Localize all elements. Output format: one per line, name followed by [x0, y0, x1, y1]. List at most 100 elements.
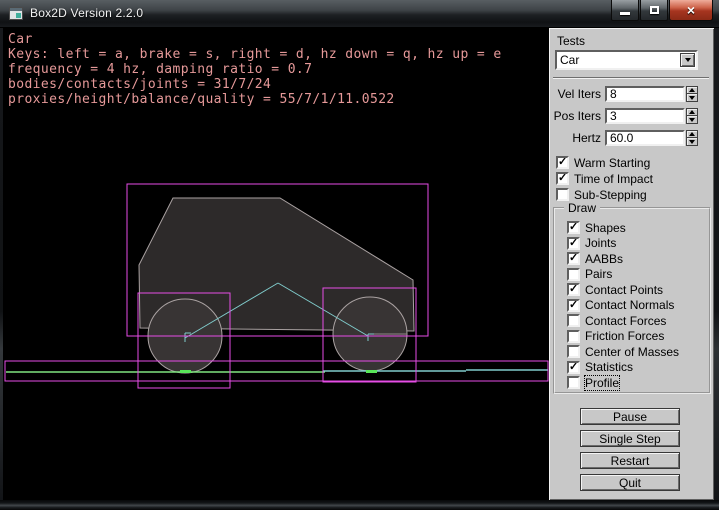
checkbox-statistics[interactable]: ✓Statistics — [567, 361, 709, 374]
checkbox-label: Shapes — [585, 221, 626, 235]
checked-checkbox-icon[interactable]: ✓ — [567, 361, 580, 374]
checkbox-contact-forces[interactable]: Contact Forces — [567, 314, 709, 327]
ground-aabb — [5, 361, 548, 381]
canvas-info-text: CarKeys: left = a, brake = s, right = d,… — [8, 32, 502, 107]
checkbox-label: Contact Forces — [585, 314, 666, 328]
checked-checkbox-icon[interactable]: ✓ — [556, 156, 569, 169]
checkbox-center-of-masses[interactable]: Center of Masses — [567, 345, 709, 358]
contact-point — [180, 370, 191, 373]
arrow-down-icon — [689, 140, 695, 144]
arrow-up-icon — [689, 88, 695, 92]
canvas-info-line: proxies/height/balance/quality = 55/7/1/… — [8, 92, 502, 107]
minimize-icon — [620, 12, 630, 15]
test-select-dropdown[interactable]: Car — [555, 50, 698, 70]
checkbox-sub-stepping[interactable]: Sub-Stepping — [556, 188, 653, 201]
checked-checkbox-icon[interactable]: ✓ — [567, 237, 580, 250]
action-buttons: Pause Single Step Restart Quit — [580, 408, 680, 496]
spinner-row-vel-iters: Vel Iters 8 — [549, 86, 698, 102]
draw-group: Draw ✓Shapes✓Joints✓AABBsPairs✓Contact P… — [553, 207, 711, 394]
title-bar[interactable]: Box2D Version 2.2.0 × — [0, 0, 719, 28]
maximize-icon — [650, 6, 659, 14]
checkbox-time-of-impact[interactable]: ✓ Time of Impact — [556, 172, 653, 185]
pos-iters-down-button[interactable] — [686, 116, 698, 124]
arrow-down-icon — [689, 118, 695, 122]
checkbox-label: Joints — [585, 236, 616, 250]
checkbox-warm-starting[interactable]: ✓ Warm Starting — [556, 156, 653, 169]
hertz-label: Hertz — [572, 131, 601, 145]
checkbox-label: Friction Forces — [585, 329, 664, 343]
tests-label: Tests — [557, 34, 585, 48]
unchecked-checkbox-icon[interactable] — [567, 345, 580, 358]
checkbox-label: Warm Starting — [574, 156, 650, 170]
window-frame-right — [714, 28, 719, 500]
unchecked-checkbox-icon[interactable] — [567, 376, 580, 389]
draw-group-legend: Draw — [564, 201, 600, 215]
arrow-up-icon — [689, 132, 695, 136]
simulation-canvas[interactable]: CarKeys: left = a, brake = s, right = d,… — [3, 28, 549, 500]
quit-button[interactable]: Quit — [580, 474, 680, 491]
hertz-input[interactable]: 60.0 — [605, 130, 685, 146]
canvas-info-line: Keys: left = a, brake = s, right = d, hz… — [8, 47, 502, 62]
spinners: Vel Iters 8 Pos Iters 3 Hertz 60.0 — [549, 86, 698, 152]
pos-iters-label: Pos Iters — [554, 109, 601, 123]
window-title: Box2D Version 2.2.0 — [30, 6, 143, 20]
chevron-down-icon — [685, 58, 691, 62]
vel-iters-stepper — [686, 86, 698, 102]
checkbox-shapes[interactable]: ✓ Shapes — [567, 221, 709, 234]
checkbox-friction-forces[interactable]: Friction Forces — [567, 330, 709, 343]
checkbox-pairs[interactable]: Pairs — [567, 268, 709, 281]
spinner-row-hertz: Hertz 60.0 — [549, 130, 698, 146]
checkbox-label: Contact Normals — [585, 298, 674, 312]
control-panel: Tests Car Vel Iters8Pos Iters3Hertz60.0 … — [549, 28, 714, 500]
pos-iters-stepper — [686, 108, 698, 124]
checkbox-contact-normals[interactable]: ✓ Contact Normals — [567, 299, 709, 312]
checked-checkbox-icon[interactable]: ✓ — [556, 172, 569, 185]
app-window: Box2D Version 2.2.0 × CarKeys: left = a,… — [0, 0, 719, 510]
checkbox-profile[interactable]: Profile — [567, 376, 709, 389]
close-button[interactable]: × — [669, 0, 713, 21]
draw-checkboxes: ✓ Shapes ✓ Joints ✓ AABBsPairs ✓Contact Points… — [555, 209, 709, 389]
checkbox-label: Pairs — [585, 267, 612, 281]
vel-iters-input[interactable]: 8 — [605, 86, 685, 102]
spinner-row-pos-iters: Pos Iters 3 — [549, 108, 698, 124]
minimize-button[interactable] — [611, 0, 639, 21]
checkbox-label: Time of Impact — [574, 172, 653, 186]
pos-iters-input[interactable]: 3 — [605, 108, 685, 124]
maximize-button[interactable] — [640, 0, 668, 21]
checkbox-aabbs[interactable]: ✓ AABBs — [567, 252, 709, 265]
checkbox-label: Center of Masses — [585, 345, 679, 359]
checkbox-label: Sub-Stepping — [574, 188, 647, 202]
vel-iters-down-button[interactable] — [686, 94, 698, 102]
canvas-info-line: bodies/contacts/joints = 31/7/24 — [8, 77, 502, 92]
canvas-info-line: Car — [8, 32, 502, 47]
close-icon: × — [687, 3, 695, 17]
arrow-up-icon — [689, 110, 695, 114]
unchecked-checkbox-icon[interactable] — [567, 330, 580, 343]
checkbox-label: Profile — [585, 376, 619, 390]
pos-iters-up-button[interactable] — [686, 108, 698, 116]
vel-iters-up-button[interactable] — [686, 86, 698, 94]
solver-checkboxes: ✓ Warm Starting ✓ Time of Impact Sub-Steppin… — [556, 156, 653, 204]
checked-checkbox-icon[interactable]: ✓ — [567, 221, 580, 234]
checkbox-label: AABBs — [585, 252, 623, 266]
checkbox-contact-points[interactable]: ✓Contact Points — [567, 283, 709, 296]
vel-iters-label: Vel Iters — [558, 87, 601, 101]
restart-button[interactable]: Restart — [580, 452, 680, 469]
pause-button[interactable]: Pause — [580, 408, 680, 425]
checked-checkbox-icon[interactable]: ✓ — [567, 283, 580, 296]
canvas-info-line: frequency = 4 hz, damping ratio = 0.7 — [8, 62, 502, 77]
contact-point — [366, 370, 377, 373]
dropdown-arrow-button[interactable] — [680, 53, 695, 67]
unchecked-checkbox-icon[interactable] — [567, 314, 580, 327]
hertz-up-button[interactable] — [686, 130, 698, 138]
checked-checkbox-icon[interactable]: ✓ — [567, 299, 580, 312]
unchecked-checkbox-icon[interactable] — [556, 188, 569, 201]
separator — [553, 77, 709, 79]
single-step-button[interactable]: Single Step — [580, 430, 680, 447]
checkbox-joints[interactable]: ✓ Joints — [567, 237, 709, 250]
unchecked-checkbox-icon[interactable] — [567, 268, 580, 281]
hertz-stepper — [686, 130, 698, 146]
hertz-down-button[interactable] — [686, 138, 698, 146]
test-select-value: Car — [557, 53, 680, 67]
checked-checkbox-icon[interactable]: ✓ — [567, 252, 580, 265]
